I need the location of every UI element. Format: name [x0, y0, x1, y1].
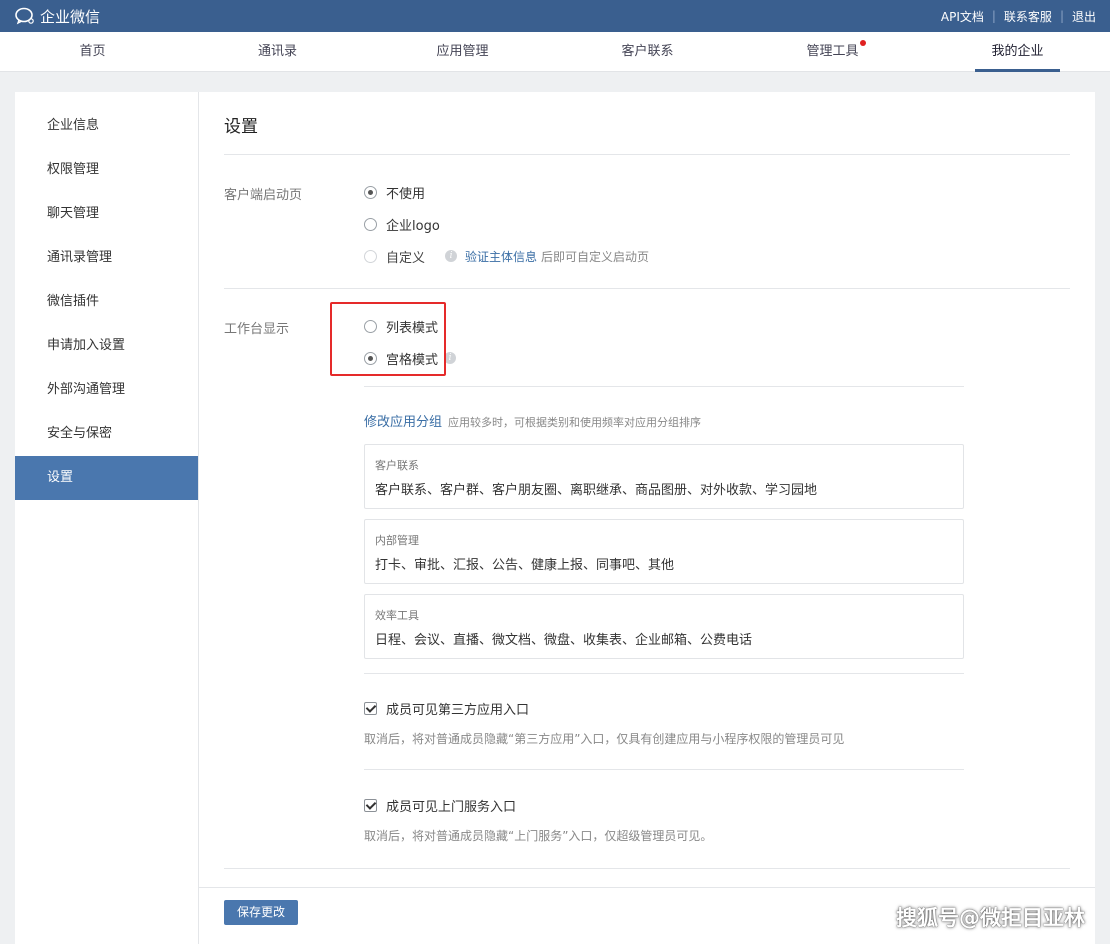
logout-link[interactable]: 退出 [1072, 8, 1096, 25]
group-title: 客户联系 [375, 459, 419, 472]
nav-label: 通讯录 [257, 44, 297, 59]
sidebar-item-join-settings[interactable]: 申请加入设置 [15, 324, 198, 368]
nav-label: 客户联系 [621, 44, 674, 59]
app-group-card: 客户联系 客户联系、客户群、客户朋友圈、离职继承、商品图册、对外收款、学习园地 [364, 444, 964, 509]
workbench-option-list[interactable]: 列表模式 [364, 310, 1070, 342]
top-links: API文档 | 联系客服 | 退出 [941, 8, 1096, 25]
onsite-service-entry-option[interactable]: 成员可见上门服务入口 [364, 796, 1070, 815]
nav-home[interactable]: 首页 [0, 32, 185, 71]
verify-entity-link[interactable]: 验证主体信息 [465, 248, 537, 265]
nav-label: 管理工具 [806, 44, 859, 59]
app-group-card: 效率工具 日程、会议、直播、微文档、微盘、收集表、企业邮箱、公费电话 [364, 594, 964, 659]
group-title: 效率工具 [375, 609, 419, 622]
watermark: 搜狐号@微拒目亚林 [896, 906, 1085, 930]
nav-customer-contact[interactable]: 客户联系 [555, 32, 740, 71]
checkbox[interactable] [364, 799, 377, 812]
onsite-service-desc: 取消后，将对普通成员隐藏“上门服务”入口，仅超级管理员可见。 [364, 829, 713, 843]
info-icon: i [445, 250, 458, 262]
group-hint: 应用较多时，可根据类别和使用频率对应用分组排序 [448, 416, 702, 429]
wework-logo-icon [15, 7, 34, 25]
page-title: 设置 [224, 92, 1070, 155]
workbench-option-grid[interactable]: 宫格模式 i [364, 342, 1070, 374]
api-docs-link[interactable]: API文档 [941, 8, 984, 25]
radio-button[interactable] [364, 217, 377, 231]
launch-option-logo[interactable]: 企业logo [364, 208, 1070, 240]
app-title: 企业微信 [40, 7, 101, 26]
group-items: 客户联系、客户群、客户朋友圈、离职继承、商品图册、对外收款、学习园地 [375, 483, 818, 498]
workbench-label: 工作台显示 [224, 322, 290, 337]
radio-label: 不使用 [386, 186, 426, 202]
sidebar-item-contacts-management[interactable]: 通讯录管理 [15, 236, 198, 280]
group-title: 内部管理 [375, 534, 419, 547]
group-items: 日程、会议、直播、微文档、微盘、收集表、企业邮箱、公费电话 [375, 633, 753, 648]
third-party-entry-option[interactable]: 成员可见第三方应用入口 [364, 699, 1070, 718]
radio-button [364, 249, 377, 263]
separator: | [991, 9, 996, 23]
content-panel: 企业信息 权限管理 聊天管理 通讯录管理 微信插件 申请加入设置 外部沟通管理 … [15, 92, 1095, 944]
main-nav: 首页 通讯录 应用管理 客户联系 管理工具 我的企业 [0, 32, 1110, 72]
sidebar-item-external-communication[interactable]: 外部沟通管理 [15, 368, 198, 412]
separator: | [1059, 9, 1064, 23]
divider [364, 386, 964, 387]
nav-app-management[interactable]: 应用管理 [370, 32, 555, 71]
checkbox-label: 成员可见上门服务入口 [386, 800, 517, 815]
sidebar-item-security[interactable]: 安全与保密 [15, 412, 198, 456]
nav-label: 首页 [79, 44, 106, 59]
nav-management-tools[interactable]: 管理工具 [740, 32, 925, 71]
nav-label: 应用管理 [436, 44, 489, 59]
third-party-desc: 取消后，将对普通成员隐藏“第三方应用”入口，仅具有创建应用与小程序权限的管理员可… [364, 732, 845, 746]
checkbox-label: 成员可见第三方应用入口 [386, 703, 530, 718]
sidebar-item-settings[interactable]: 设置 [15, 456, 198, 500]
sidebar-item-chat-management[interactable]: 聊天管理 [15, 192, 198, 236]
sidebar-item-permissions[interactable]: 权限管理 [15, 148, 198, 192]
radio-label: 企业logo [386, 218, 440, 234]
sidebar: 企业信息 权限管理 聊天管理 通讯录管理 微信插件 申请加入设置 外部沟通管理 … [15, 92, 199, 944]
notification-dot [859, 40, 866, 46]
divider [364, 769, 964, 770]
sidebar-item-wechat-plugin[interactable]: 微信插件 [15, 280, 198, 324]
save-button[interactable]: 保存更改 [224, 900, 299, 925]
launch-option-custom: 自定义 i 验证主体信息 后即可自定义启动页 [364, 240, 1070, 272]
launch-option-none[interactable]: 不使用 [364, 176, 1070, 208]
section-divider [224, 868, 1070, 869]
app-group-card: 内部管理 打卡、审批、汇报、公告、健康上报、同事吧、其他 [364, 519, 964, 584]
top-bar: 企业微信 API文档 | 联系客服 | 退出 [0, 0, 1110, 32]
nav-my-enterprise[interactable]: 我的企业 [925, 32, 1110, 72]
launch-page-options: 不使用 企业logo 自定义 i 验证主体信息 后即可自定义启动页 [364, 176, 1070, 272]
sidebar-item-enterprise-info[interactable]: 企业信息 [15, 104, 198, 148]
launch-page-label: 客户端启动页 [224, 188, 303, 203]
radio-button[interactable] [364, 185, 377, 199]
workbench-body: 列表模式 宫格模式 i 修改应用分组 应用较多时，可根据类别和使用频率对应用分组… [364, 310, 1070, 844]
nav-label-wrap: 管理工具 [806, 32, 866, 72]
launch-page-section: 客户端启动页 不使用 企业logo 自定义 i 验证主体信息 后即可自定义启动页 [224, 155, 1070, 289]
group-header: 修改应用分组 应用较多时，可根据类别和使用频率对应用分组排序 [364, 411, 1070, 430]
group-items: 打卡、审批、汇报、公告、健康上报、同事吧、其他 [375, 558, 675, 573]
divider [364, 673, 964, 674]
edit-app-groups-link[interactable]: 修改应用分组 [364, 411, 442, 430]
checkbox[interactable] [364, 702, 377, 715]
contact-support-link[interactable]: 联系客服 [1004, 8, 1052, 25]
app-groups: 客户联系 客户联系、客户群、客户朋友圈、离职继承、商品图册、对外收款、学习园地 … [364, 444, 964, 659]
nav-label: 我的企业 [975, 32, 1060, 72]
nav-contacts[interactable]: 通讯录 [185, 32, 370, 71]
radio-label: 自定义 [386, 250, 426, 266]
highlight-box [330, 302, 446, 376]
settings-main: 设置 客户端启动页 不使用 企业logo 自定义 i 验证主体信息 后即可自定义… [199, 92, 1095, 944]
verify-hint: 后即可自定义启动页 [541, 249, 650, 264]
brand[interactable]: 企业微信 [14, 6, 100, 27]
